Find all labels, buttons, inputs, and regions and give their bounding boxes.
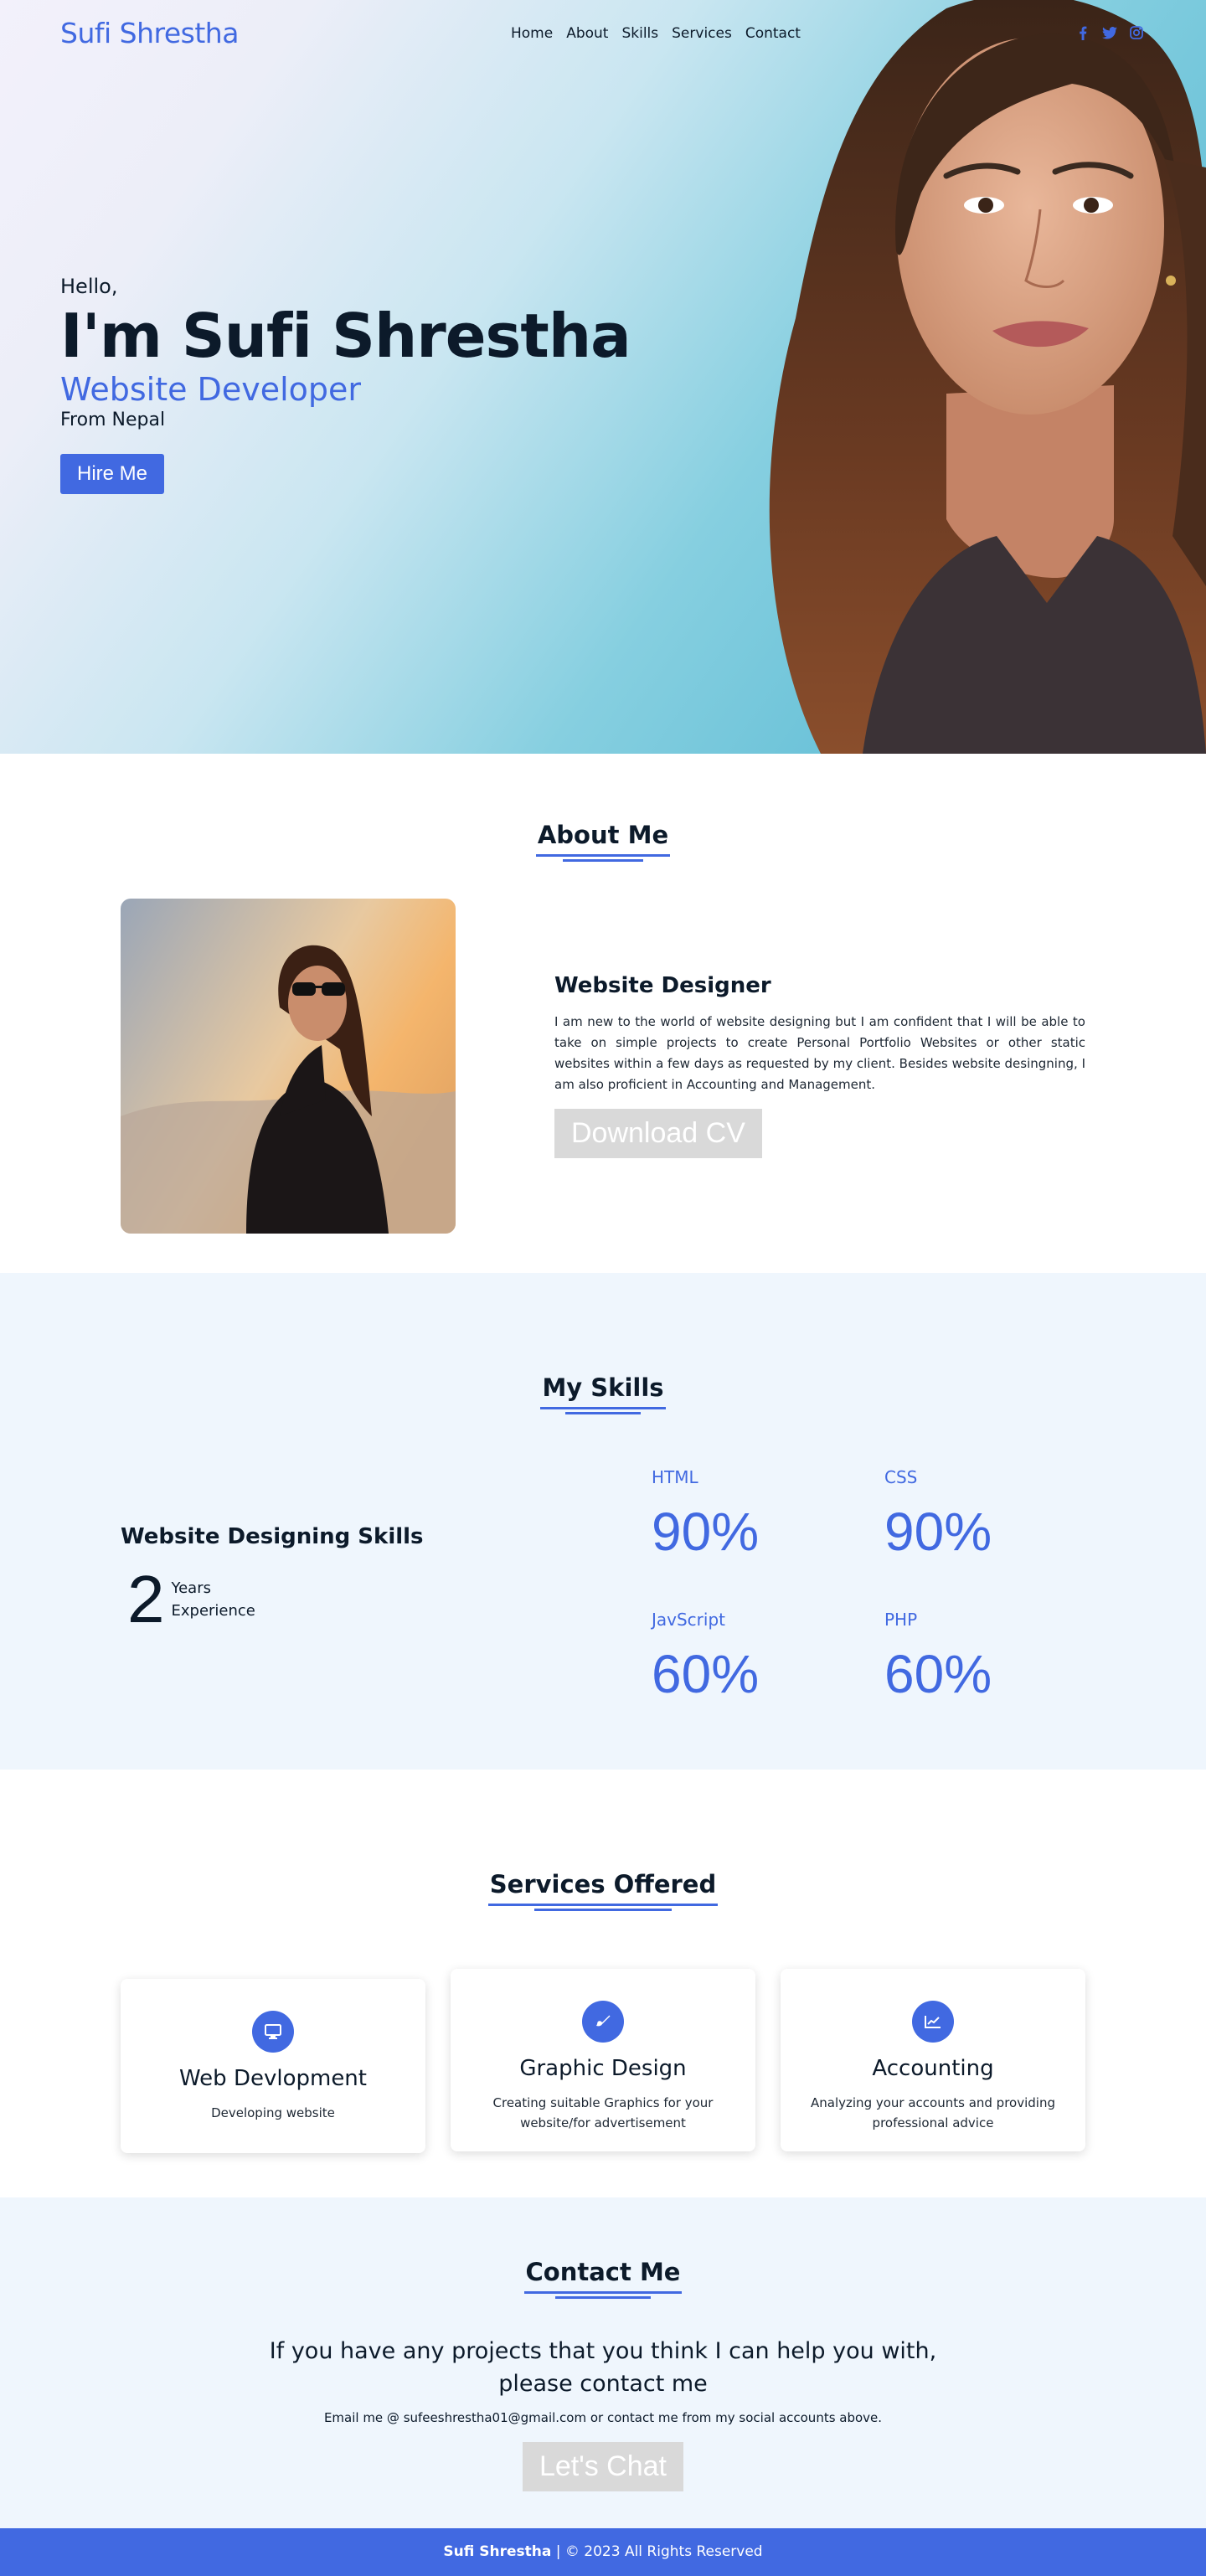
contact-title-text: Contact Me	[523, 2258, 683, 2299]
skill-name: HTML	[652, 1467, 698, 1487]
contact-section: Contact Me If you have any projects that…	[0, 2197, 1206, 2528]
skill-item: CSS 90%	[884, 1467, 992, 1563]
experience-label-line2: Experience	[171, 1602, 255, 1620]
skills-title: My Skills	[0, 1373, 1206, 1414]
hero-greeting: Hello,	[60, 275, 118, 298]
contact-title: Contact Me	[0, 2258, 1206, 2299]
nav-menu: Home About Skills Services Contact	[511, 25, 801, 42]
skill-item: JavScript 60%	[652, 1610, 759, 1705]
skill-percent: 60%	[884, 1644, 992, 1704]
contact-lead-text: If you have any projects that you think …	[269, 2338, 937, 2397]
service-card[interactable]: Graphic Design Creating suitable Graphic…	[451, 1969, 755, 2151]
skill-percent: 90%	[652, 1502, 760, 1562]
top-navbar: Sufi Shrestha Home About Skills Services…	[0, 0, 1206, 67]
service-card[interactable]: Accounting Analyzing your accounts and p…	[781, 1969, 1085, 2151]
monitor-icon	[252, 2011, 294, 2053]
experience-label-line1: Years	[171, 1579, 212, 1597]
experience-years-number: 2	[127, 1562, 165, 1636]
nav-link-services[interactable]: Services	[672, 25, 732, 42]
service-title: Web Devlopment	[179, 2066, 367, 2091]
service-title: Accounting	[872, 2056, 994, 2081]
service-description: Creating suitable Graphics for your webs…	[492, 2095, 714, 2130]
twitter-icon[interactable]	[1102, 25, 1117, 40]
skill-item: HTML 90%	[652, 1467, 759, 1563]
services-title: Services Offered	[0, 1870, 1206, 1911]
skills-subtitle: Website Designing Skills	[121, 1524, 424, 1549]
site-footer: Sufi Shrestha | © 2023 All Rights Reserv…	[0, 2528, 1206, 2576]
facebook-icon[interactable]	[1075, 25, 1090, 40]
about-title: About Me	[0, 821, 1206, 862]
site-logo[interactable]: Sufi Shrestha	[60, 17, 239, 49]
nav-link-contact[interactable]: Contact	[745, 25, 801, 42]
services-title-text: Services Offered	[487, 1870, 719, 1911]
about-section: About Me Website Designer I am new to th…	[0, 754, 1206, 1273]
skill-name: PHP	[884, 1610, 918, 1630]
chart-line-icon	[912, 2001, 954, 2043]
lets-chat-button[interactable]: Let's Chat	[523, 2442, 683, 2491]
hero-section: Sufi Shrestha Home About Skills Services…	[0, 0, 1206, 754]
experience-block: 2 Years Experience	[127, 1566, 424, 1633]
hero-name-heading: I'm Sufi Shrestha	[60, 301, 631, 371]
hire-me-button[interactable]: Hire Me	[60, 454, 165, 495]
hero-role: Website Developer	[60, 371, 361, 409]
about-description: I am new to the world of website designi…	[554, 1014, 1085, 1092]
social-links	[1075, 25, 1144, 40]
skill-percent: 60%	[652, 1644, 760, 1704]
paintbrush-icon	[582, 2001, 624, 2043]
skills-section: My Skills Website Designing Skills 2 Yea…	[0, 1273, 1206, 1770]
hero-portrait-image	[769, 0, 1206, 754]
download-cv-button[interactable]: Download CV	[554, 1109, 762, 1158]
about-content: Website Designer I am new to the world o…	[554, 973, 1085, 1158]
service-description: Developing website	[211, 2105, 335, 2120]
about-title-text: About Me	[535, 821, 671, 862]
instagram-icon[interactable]	[1129, 25, 1144, 40]
about-photo-image	[121, 899, 456, 1234]
skill-percent: 90%	[884, 1502, 992, 1562]
nav-link-home[interactable]: Home	[511, 25, 553, 42]
about-subtitle: Website Designer	[554, 973, 771, 998]
hero-intro: Hello, I'm Sufi Shrestha Website Develop…	[60, 275, 631, 495]
hero-location: From Nepal	[60, 410, 166, 431]
nav-link-skills[interactable]: Skills	[621, 25, 658, 42]
footer-copyright: | © 2023 All Rights Reserved	[551, 2543, 763, 2560]
contact-email-text: Email me @ sufeeshrestha01@gmail.com or …	[323, 2410, 883, 2425]
service-description: Analyzing your accounts and providing pr…	[811, 2095, 1055, 2130]
experience-label: Years Experience	[172, 1577, 255, 1622]
skills-summary: Website Designing Skills 2 Years Experie…	[121, 1524, 424, 1633]
skill-name: CSS	[884, 1467, 918, 1487]
services-section: Services Offered Web Devlopment Developi…	[0, 1770, 1206, 2197]
skills-title-text: My Skills	[540, 1373, 666, 1414]
skill-name: JavScript	[652, 1610, 725, 1630]
service-title: Graphic Design	[519, 2056, 687, 2081]
nav-link-about[interactable]: About	[566, 25, 608, 42]
footer-brand: Sufi Shrestha	[443, 2543, 552, 2560]
service-card[interactable]: Web Devlopment Developing website	[121, 1979, 425, 2153]
skill-item: PHP 60%	[884, 1610, 992, 1705]
